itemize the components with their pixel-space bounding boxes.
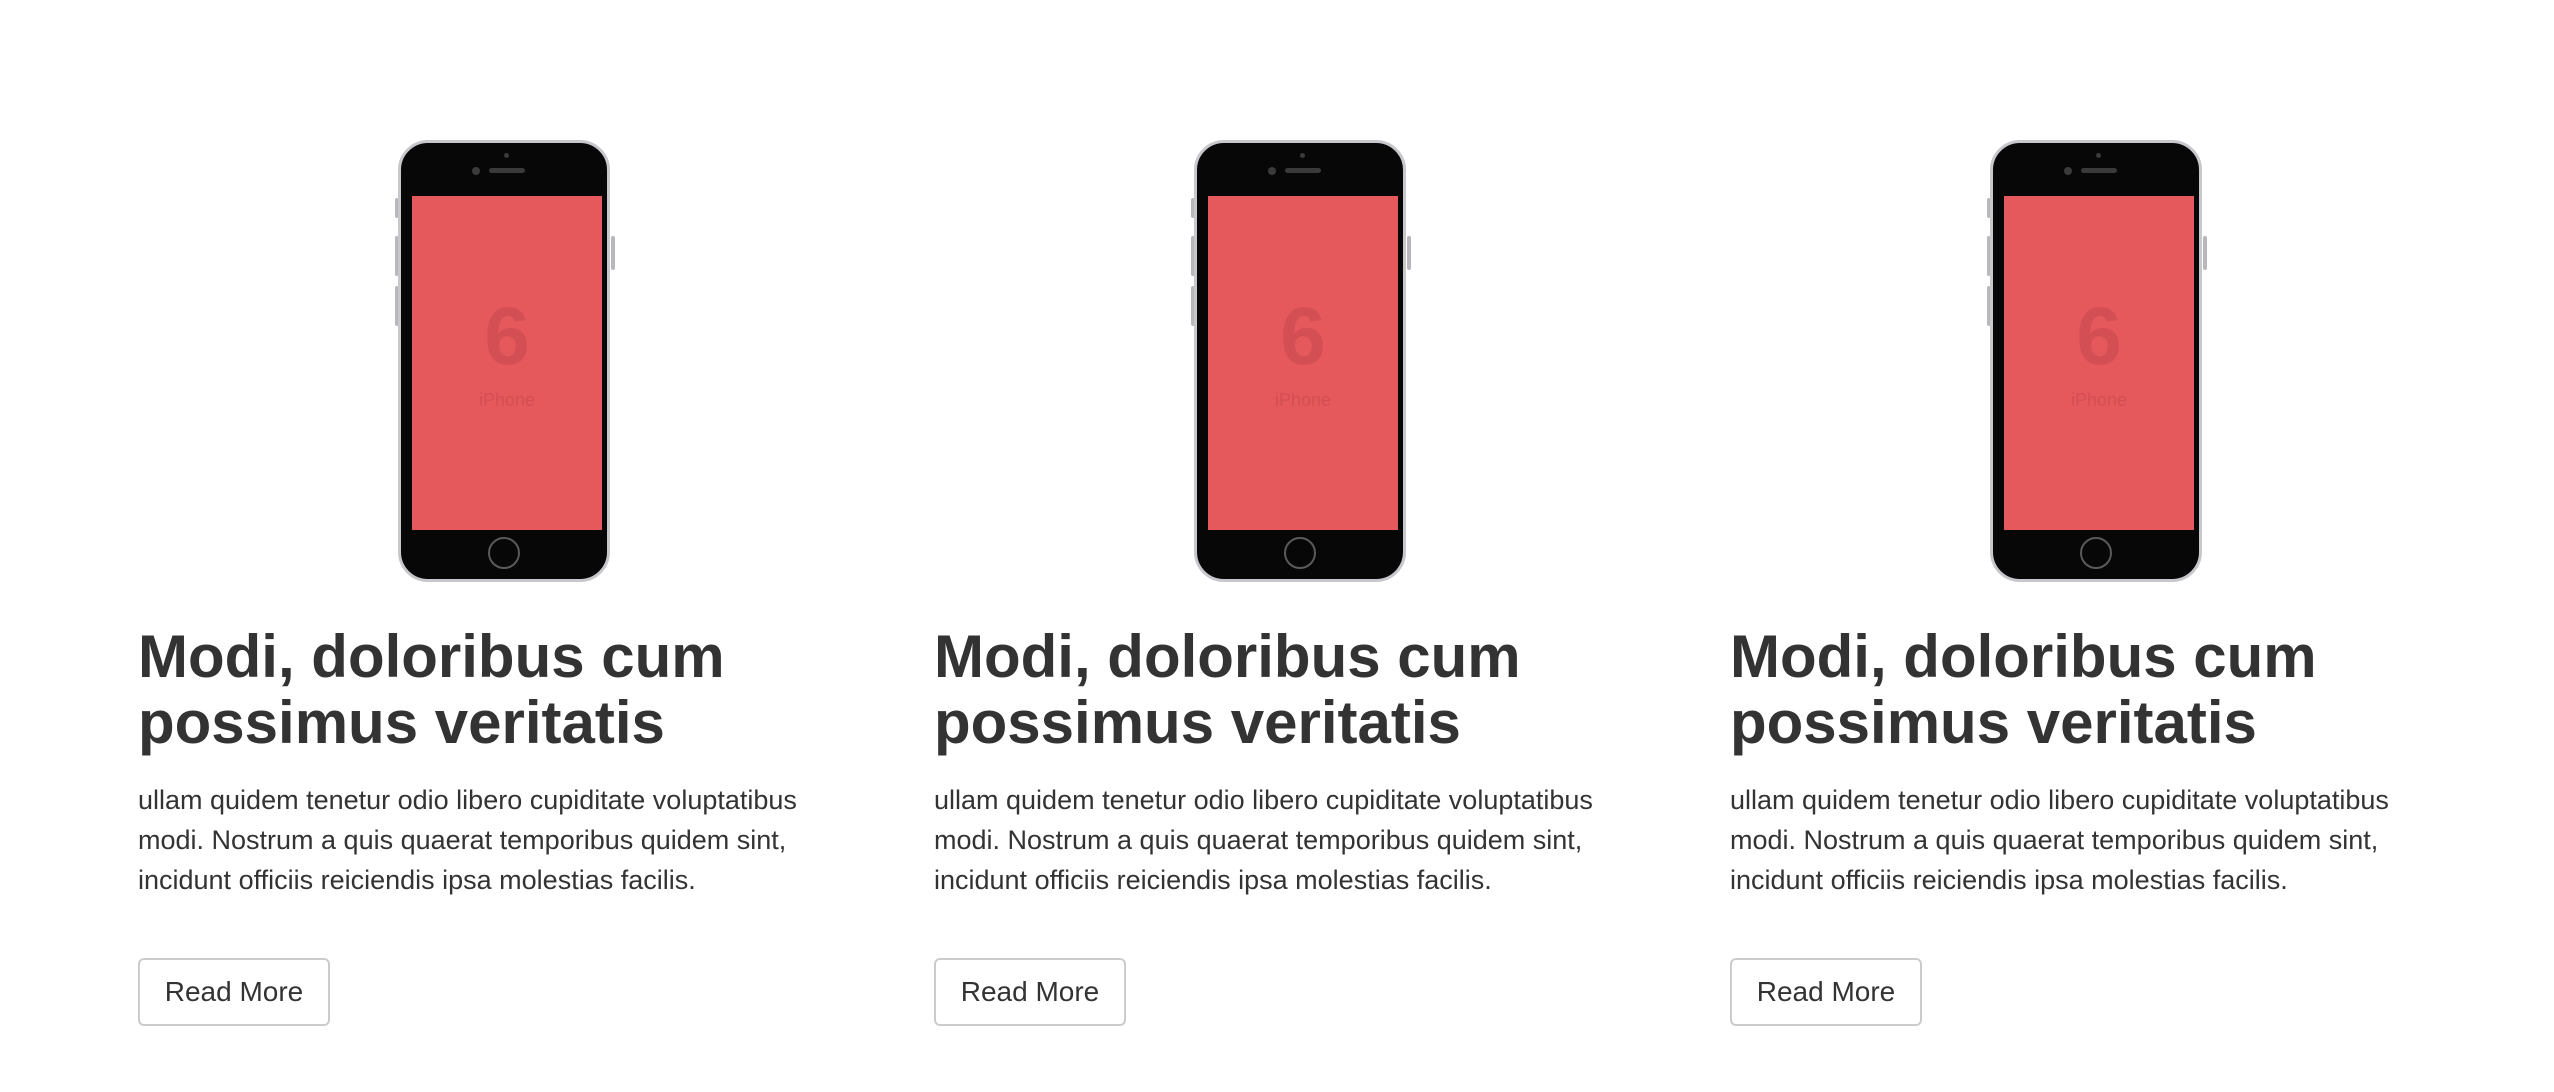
power-button (1407, 236, 1411, 270)
home-button (2080, 537, 2112, 569)
phone-sensor (1300, 153, 1305, 158)
phone-speaker (1285, 168, 1321, 173)
card-title: Modi, doloribus cum possimus veritatis (934, 623, 1521, 756)
power-button (611, 236, 615, 270)
screen-number: 6 (1280, 291, 1326, 382)
product-card: 6 iPhone Modi, doloribus cum possimus ve… (1730, 0, 2470, 1092)
screen-number: 6 (484, 291, 530, 382)
phone-speaker (2081, 168, 2117, 173)
read-more-button[interactable]: Read More (138, 958, 330, 1026)
screen-word: iPhone (1274, 390, 1332, 410)
phone-body: 6 iPhone (1194, 140, 1406, 582)
screen-number: 6 (2076, 291, 2122, 382)
card-text: ullam quidem tenetur odio libero cupidit… (138, 785, 797, 895)
phone-screen: 6 iPhone (412, 196, 602, 530)
front-camera (1268, 167, 1276, 175)
phone-body: 6 iPhone (398, 140, 610, 582)
front-camera (2064, 167, 2072, 175)
power-button (2203, 236, 2207, 270)
iphone-image: 6 iPhone (1985, 140, 2210, 586)
read-more-button[interactable]: Read More (1730, 958, 1922, 1026)
iphone-image: 6 iPhone (1189, 140, 1414, 586)
product-grid: 6 iPhone Modi, doloribus cum possimus ve… (0, 0, 2554, 1092)
product-card: 6 iPhone Modi, doloribus cum possimus ve… (934, 0, 1674, 1092)
iphone-image: 6 iPhone (393, 140, 618, 586)
home-button (1284, 537, 1316, 569)
phone-speaker (489, 168, 525, 173)
card-text: ullam quidem tenetur odio libero cupidit… (1730, 785, 2389, 895)
phone-screen: 6 iPhone (2004, 196, 2194, 530)
screen-word: iPhone (478, 390, 536, 410)
home-button (488, 537, 520, 569)
card-text: ullam quidem tenetur odio libero cupidit… (934, 785, 1593, 895)
phone-body: 6 iPhone (1990, 140, 2202, 582)
phone-sensor (2096, 153, 2101, 158)
card-title: Modi, doloribus cum possimus veritatis (1730, 623, 2317, 756)
product-card: 6 iPhone Modi, doloribus cum possimus ve… (138, 0, 878, 1092)
phone-sensor (504, 153, 509, 158)
read-more-button[interactable]: Read More (934, 958, 1126, 1026)
phone-screen: 6 iPhone (1208, 196, 1398, 530)
front-camera (472, 167, 480, 175)
card-title: Modi, doloribus cum possimus veritatis (138, 623, 725, 756)
screen-word: iPhone (2070, 390, 2128, 410)
